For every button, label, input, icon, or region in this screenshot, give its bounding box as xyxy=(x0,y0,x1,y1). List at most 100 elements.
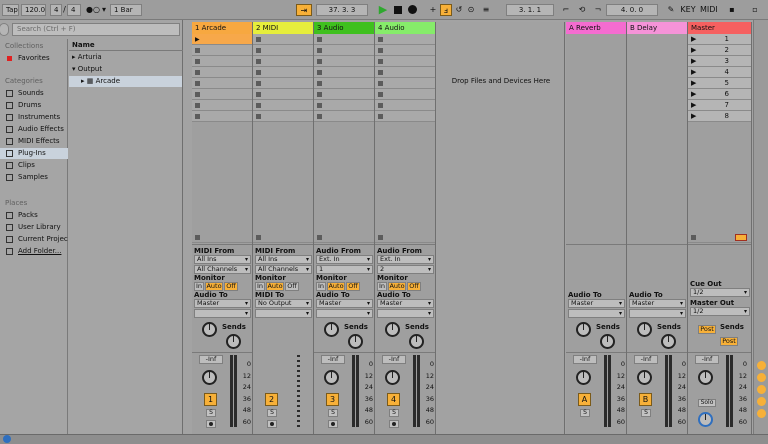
punch-out-icon[interactable]: ¬ xyxy=(592,4,604,16)
time-sig-denominator[interactable]: 4 xyxy=(67,4,81,16)
clip-slot[interactable] xyxy=(314,100,374,111)
input-type-select[interactable]: All Ins xyxy=(194,255,251,264)
arm-button[interactable] xyxy=(206,420,216,428)
input-channel-select[interactable]: All Channels xyxy=(194,265,251,274)
clip-stop-icon[interactable] xyxy=(256,48,261,53)
mixer-toggle-icon[interactable] xyxy=(757,397,766,406)
solo-button[interactable]: S xyxy=(641,409,651,417)
scene-launch[interactable]: ▶ 2 xyxy=(688,45,751,56)
clip-stop-icon[interactable] xyxy=(317,70,322,75)
track-activator-button[interactable]: A xyxy=(578,393,591,406)
clip-stop-icon[interactable] xyxy=(378,59,383,64)
stop-all-clips-icon[interactable] xyxy=(735,234,747,241)
file-item-output[interactable]: ▾ Output xyxy=(72,64,182,75)
clip-stop-icon[interactable] xyxy=(256,70,261,75)
send-b-knob[interactable] xyxy=(348,334,363,349)
arm-button[interactable] xyxy=(328,420,338,428)
monitor-auto-button[interactable]: Auto xyxy=(266,282,284,291)
monitor-auto-button[interactable]: Auto xyxy=(388,282,406,291)
io-toggle-icon[interactable] xyxy=(757,361,766,370)
solo-button[interactable]: Solo xyxy=(698,399,716,407)
monitor-auto-button[interactable]: Auto xyxy=(205,282,223,291)
clip-stop-icon[interactable] xyxy=(195,103,200,108)
output-channel-select[interactable] xyxy=(377,309,434,318)
input-channel-select[interactable]: 2 xyxy=(377,265,434,274)
send-b-knob[interactable] xyxy=(226,334,241,349)
clip-stop-icon[interactable] xyxy=(378,70,383,75)
output-select[interactable]: Master xyxy=(194,299,251,308)
sends-toggle-icon[interactable] xyxy=(757,373,766,382)
clip-slot[interactable] xyxy=(192,56,252,67)
clip-slot[interactable] xyxy=(253,56,313,67)
monitor-off-button[interactable]: Off xyxy=(285,282,299,291)
monitor-off-button[interactable]: Off xyxy=(346,282,360,291)
clip-slot[interactable] xyxy=(314,67,374,78)
master-track-header[interactable]: Master xyxy=(688,22,751,34)
pan-knob[interactable] xyxy=(324,370,339,385)
metronome-chevron-down-icon[interactable]: ▾ xyxy=(100,4,108,16)
track-header[interactable]: 2 MIDI xyxy=(253,22,313,34)
solo-button[interactable]: S xyxy=(580,409,590,417)
stop-all-icon[interactable] xyxy=(691,235,696,240)
loop-switch-icon[interactable]: ⟲ xyxy=(575,4,589,16)
clip-slot[interactable] xyxy=(314,89,374,100)
output-channel-select[interactable] xyxy=(316,309,373,318)
solo-button[interactable]: S xyxy=(328,409,338,417)
clip-stop-icon[interactable] xyxy=(378,114,383,119)
scene-launch[interactable]: ▶ 4 xyxy=(688,67,751,78)
stop-icon[interactable] xyxy=(392,4,404,16)
cue-volume-knob[interactable] xyxy=(698,412,713,427)
track-activator-button[interactable]: 4 xyxy=(387,393,400,406)
browser-toggle-icon[interactable] xyxy=(0,23,9,36)
clip-slot[interactable] xyxy=(192,100,252,111)
track-activator-button[interactable]: 2 xyxy=(265,393,278,406)
clip-slot[interactable] xyxy=(375,34,435,45)
scene-play-icon[interactable]: ▶ xyxy=(691,90,696,98)
volume-readout[interactable]: -Inf xyxy=(199,355,223,364)
clip-stop-icon[interactable] xyxy=(317,114,322,119)
monitor-in-button[interactable]: In xyxy=(255,282,265,291)
send-a-knob[interactable] xyxy=(202,322,217,337)
clip-stop-icon[interactable] xyxy=(317,59,322,64)
loop-start-field[interactable]: 3. 1. 1 xyxy=(506,4,554,16)
monitor-off-button[interactable]: Off xyxy=(224,282,238,291)
clip-stop-icon[interactable] xyxy=(256,92,261,97)
scene-launch[interactable]: ▶ 3 xyxy=(688,56,751,67)
place-current-project[interactable]: Current Projec xyxy=(0,234,68,245)
return-track-header[interactable]: B Delay xyxy=(627,22,687,34)
tempo-field[interactable]: 120.00 xyxy=(21,4,46,16)
clip-stop-icon[interactable] xyxy=(195,59,200,64)
clip-stop-icon[interactable] xyxy=(195,92,200,97)
track-activator-button[interactable]: 1 xyxy=(204,393,217,406)
clip-slot[interactable] xyxy=(375,67,435,78)
output-select[interactable]: Master xyxy=(568,299,625,308)
volume-readout[interactable]: -Inf xyxy=(382,355,406,364)
quantize-select[interactable]: 1 Bar xyxy=(110,4,142,16)
category-instruments[interactable]: Instruments xyxy=(0,112,68,123)
returns-toggle-icon[interactable] xyxy=(757,385,766,394)
send-b-knob[interactable] xyxy=(600,334,615,349)
clip-stop-icon[interactable] xyxy=(256,59,261,64)
favorites-item[interactable]: Favorites xyxy=(0,53,68,64)
output-channel-select[interactable] xyxy=(568,309,625,318)
category-clips[interactable]: Clips xyxy=(0,160,68,171)
clip-slot[interactable] xyxy=(192,45,252,56)
clip-slot[interactable] xyxy=(314,34,374,45)
track-header[interactable]: 4 Audio xyxy=(375,22,435,34)
clip-stop-icon[interactable] xyxy=(378,92,383,97)
volume-readout[interactable]: -Inf xyxy=(573,355,597,364)
input-type-select[interactable]: Ext. In xyxy=(377,255,434,264)
name-column-header[interactable]: Name xyxy=(69,39,183,51)
output-channel-select[interactable] xyxy=(194,309,251,318)
clip-stop-icon[interactable] xyxy=(378,81,383,86)
send-a-knob[interactable] xyxy=(637,322,652,337)
monitor-in-button[interactable]: In xyxy=(194,282,204,291)
volume-readout[interactable]: -Inf xyxy=(634,355,658,364)
metronome-icon[interactable]: ●○ xyxy=(86,4,100,16)
clip-slot[interactable] xyxy=(192,78,252,89)
play-icon[interactable]: ▶ xyxy=(376,4,390,16)
category-sounds[interactable]: Sounds xyxy=(0,88,68,99)
clip-slot[interactable] xyxy=(192,89,252,100)
input-type-select[interactable]: Ext. In xyxy=(316,255,373,264)
scene-launch[interactable]: ▶ 8 xyxy=(688,111,751,122)
